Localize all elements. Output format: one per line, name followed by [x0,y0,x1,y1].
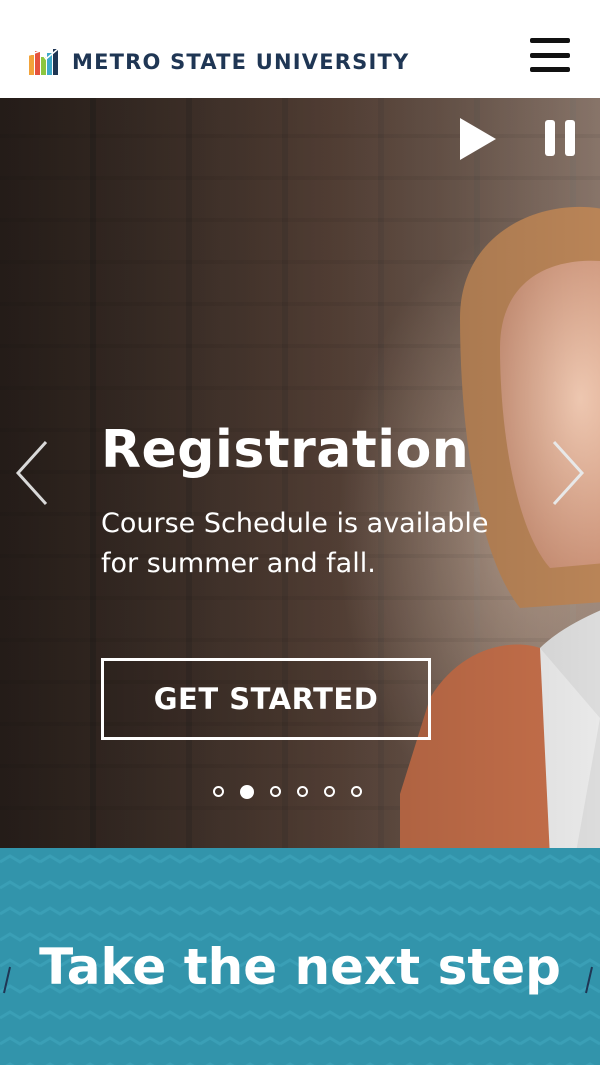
slide-title: Registration [101,420,470,480]
pause-icon[interactable] [542,116,578,160]
slide-description: Course Schedule is available for summer … [101,508,489,579]
hamburger-menu-icon[interactable] [530,38,570,72]
hero-carousel: Registration Course Schedule is availabl… [0,98,600,848]
carousel-indicators [213,785,362,799]
logo-mark-icon [28,48,59,75]
carousel-dot-6[interactable] [351,786,362,797]
chevron-left-icon[interactable] [12,438,52,508]
right-slash-decoration [585,966,593,994]
next-step-heading: Take the next step [39,938,561,996]
logo-text: METRO STATE UNIVERSITY [72,50,410,74]
carousel-dot-2[interactable] [240,785,254,799]
get-started-button[interactable]: GET STARTED [101,658,431,740]
play-icon[interactable] [456,116,498,162]
site-header: METRO STATE UNIVERSITY [0,0,600,98]
site-logo[interactable]: METRO STATE UNIVERSITY [28,46,409,78]
carousel-dot-1[interactable] [213,786,224,797]
carousel-dot-4[interactable] [297,786,308,797]
carousel-dot-3[interactable] [270,786,281,797]
chevron-right-icon[interactable] [548,438,588,508]
carousel-dot-5[interactable] [324,786,335,797]
